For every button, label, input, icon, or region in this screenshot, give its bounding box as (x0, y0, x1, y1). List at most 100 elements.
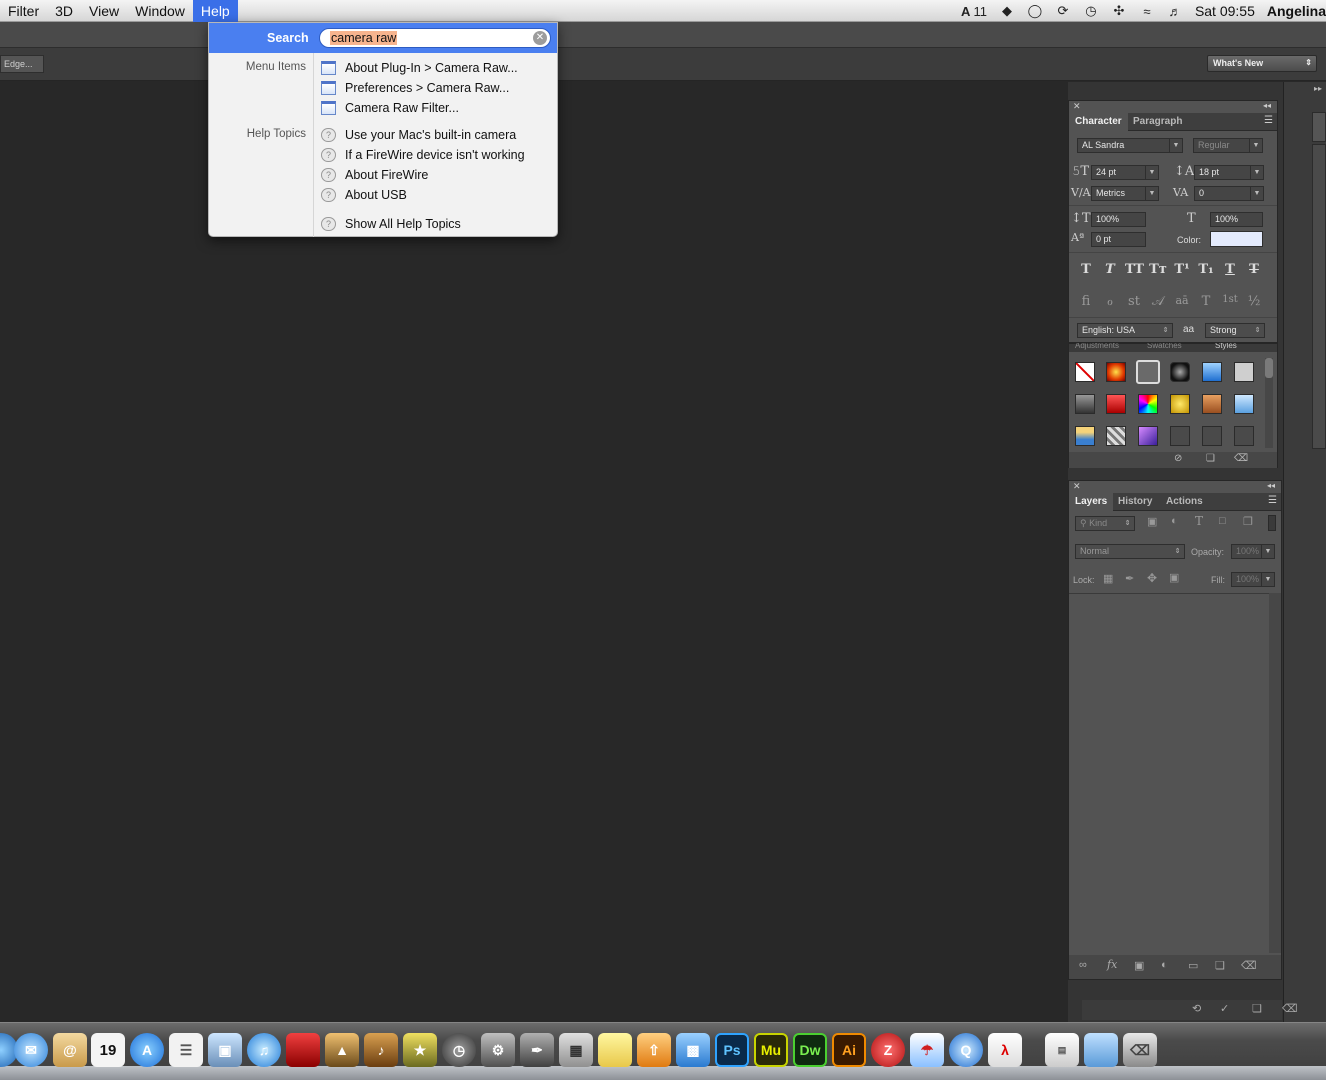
clear-search-icon[interactable]: ✕ (533, 31, 547, 45)
style-swatch[interactable] (1106, 362, 1126, 382)
trash-icon[interactable]: ⌫ (1234, 453, 1248, 464)
expand-panels-icon[interactable]: ▸▸ (1314, 84, 1322, 93)
bluetooth-icon[interactable]: ✣ (1111, 3, 1127, 19)
baseline-shift-input[interactable]: 0 pt (1091, 232, 1146, 247)
clock[interactable]: Sat 09:55 (1195, 3, 1255, 19)
new-style-icon[interactable]: ❏ (1206, 453, 1215, 464)
check-icon[interactable]: ✓ (1220, 1002, 1229, 1015)
font-style-select[interactable]: Regular ▼ (1193, 138, 1263, 153)
messages-icon[interactable]: ◯ (1027, 3, 1043, 19)
help-search-input[interactable]: camera raw ✕ (319, 28, 551, 48)
style-swatch[interactable] (1138, 394, 1158, 414)
clear-style-icon[interactable]: ⊘ (1174, 453, 1182, 464)
text-color-swatch[interactable] (1210, 231, 1263, 247)
all-caps-button[interactable]: TT (1125, 262, 1144, 277)
messages-icon[interactable]: ✉ (14, 1033, 48, 1067)
system-preferences-icon[interactable]: ⚙ (481, 1033, 515, 1067)
panel-menu-icon[interactable]: ☰ (1268, 495, 1277, 506)
help-result-topic[interactable]: ? If a FireWire device isn't working (321, 146, 525, 164)
undo-icon[interactable]: ⟲ (1192, 1002, 1201, 1015)
tab-paragraph[interactable]: Paragraph (1127, 113, 1188, 131)
filter-type-icon[interactable]: T (1195, 514, 1203, 528)
filter-toggle[interactable] (1268, 515, 1276, 531)
stickies-icon[interactable] (598, 1033, 632, 1067)
font-family-select[interactable]: AL Sandra ▼ (1077, 138, 1183, 153)
menu-window[interactable]: Window (127, 0, 193, 22)
menu-help[interactable]: Help (192, 0, 238, 22)
adjustment-layer-icon[interactable]: ◐ (1161, 959, 1168, 971)
new-document-icon[interactable]: ❏ (1252, 1002, 1262, 1015)
tab-actions[interactable]: Actions (1160, 493, 1209, 511)
style-swatch-selected[interactable] (1136, 360, 1160, 384)
ordinals-button[interactable]: 1st (1221, 294, 1239, 305)
discretionary-ligatures-button[interactable]: st (1125, 294, 1143, 309)
styles-scrollbar[interactable] (1265, 358, 1273, 448)
collapse-panel-icon[interactable]: ◂◂ (1263, 101, 1271, 110)
filter-pixel-icon[interactable]: ▣ (1147, 515, 1157, 528)
illustrator-icon[interactable]: Ai (832, 1033, 866, 1067)
add-mask-icon[interactable]: ▣ (1134, 959, 1144, 972)
time-machine-icon[interactable]: ◷ (442, 1033, 476, 1067)
garageband-icon[interactable]: ♪ (364, 1033, 398, 1067)
muse-icon[interactable]: Mu (754, 1033, 788, 1067)
itunes-icon[interactable]: ♫ (247, 1033, 281, 1067)
fractions-button[interactable]: ½ (1245, 294, 1263, 309)
evernote-icon[interactable]: ◆ (999, 3, 1015, 19)
calendar-icon[interactable]: 19 (91, 1033, 125, 1067)
tab-layers[interactable]: Layers (1069, 493, 1114, 511)
close-panel-icon[interactable]: ✕ (1073, 481, 1081, 492)
subscript-button[interactable]: T₁ (1197, 262, 1215, 277)
underline-button[interactable]: T (1221, 262, 1239, 277)
language-select[interactable]: English: USA ⇕ (1077, 323, 1173, 338)
fx-icon[interactable]: fx (1107, 958, 1117, 971)
help-result-menu-item[interactable]: Preferences > Camera Raw... (321, 79, 509, 97)
help-result-menu-item[interactable]: About Plug-In > Camera Raw... (321, 59, 518, 77)
script-editor-icon[interactable]: ✒ (520, 1033, 554, 1067)
trash-icon[interactable]: ⌫ (1123, 1033, 1157, 1067)
style-swatch[interactable] (1202, 394, 1222, 414)
lock-all-icon[interactable]: ▣ (1169, 571, 1179, 584)
app-store-icon[interactable]: A (130, 1033, 164, 1067)
filter-adjustment-icon[interactable]: ◐ (1171, 515, 1178, 527)
network-icon[interactable]: ☂ (910, 1033, 944, 1067)
iphoto-icon[interactable]: ▲ (325, 1033, 359, 1067)
layer-filter-select[interactable]: ⚲ Kind ⇕ (1075, 516, 1135, 531)
reminders-icon[interactable]: ☰ (169, 1033, 203, 1067)
show-all-help-topics[interactable]: ? Show All Help Topics (321, 215, 461, 233)
close-panel-icon[interactable]: ✕ (1073, 101, 1081, 112)
leading-select[interactable]: 18 pt ▼ (1194, 165, 1264, 180)
imovie-icon[interactable]: ★ (403, 1033, 437, 1067)
faux-bold-button[interactable]: T (1077, 262, 1095, 277)
horizontal-scale-input[interactable]: 100% (1210, 212, 1263, 227)
menu-3d[interactable]: 3D (47, 0, 81, 22)
help-result-topic[interactable]: ? About FireWire (321, 166, 428, 184)
help-result-topic[interactable]: ? About USB (321, 186, 407, 204)
panel-menu-icon[interactable]: ☰ (1264, 115, 1273, 126)
dreamweaver-icon[interactable]: Dw (793, 1033, 827, 1067)
style-none-swatch[interactable] (1075, 362, 1095, 382)
workspace-select[interactable]: What's New ⇕ (1207, 55, 1317, 72)
menu-filter[interactable]: Filter (0, 0, 47, 22)
superscript-button[interactable]: T¹ (1173, 262, 1191, 277)
opacity-input[interactable]: 100% ▼ (1231, 544, 1275, 559)
scrollbar-thumb[interactable] (1265, 358, 1273, 378)
tab-history[interactable]: History (1112, 493, 1158, 511)
wifi-icon[interactable]: ≈ (1139, 3, 1155, 19)
lock-transparent-icon[interactable]: ▦ (1103, 572, 1113, 585)
link-layers-icon[interactable]: ∞ (1079, 959, 1087, 971)
quicktime-icon[interactable]: Q (949, 1033, 983, 1067)
style-swatch[interactable] (1106, 426, 1126, 446)
refine-edge-button[interactable]: Edge... (0, 55, 44, 73)
new-layer-icon[interactable]: ❏ (1215, 959, 1225, 972)
layers-scrollbar[interactable] (1269, 593, 1281, 953)
style-swatch[interactable] (1106, 394, 1126, 414)
small-caps-button[interactable]: Tт (1149, 262, 1167, 277)
style-swatch[interactable] (1202, 362, 1222, 382)
zotero-icon[interactable]: Z (871, 1033, 905, 1067)
swash-button[interactable]: 𝒜 (1149, 294, 1167, 309)
strikethrough-button[interactable]: T (1245, 262, 1263, 277)
photo-booth-icon[interactable] (286, 1033, 320, 1067)
tracking-select[interactable]: 0 ▼ (1194, 186, 1264, 201)
acrobat-icon[interactable]: λ (988, 1033, 1022, 1067)
upload-icon[interactable]: ⇧ (637, 1033, 671, 1067)
